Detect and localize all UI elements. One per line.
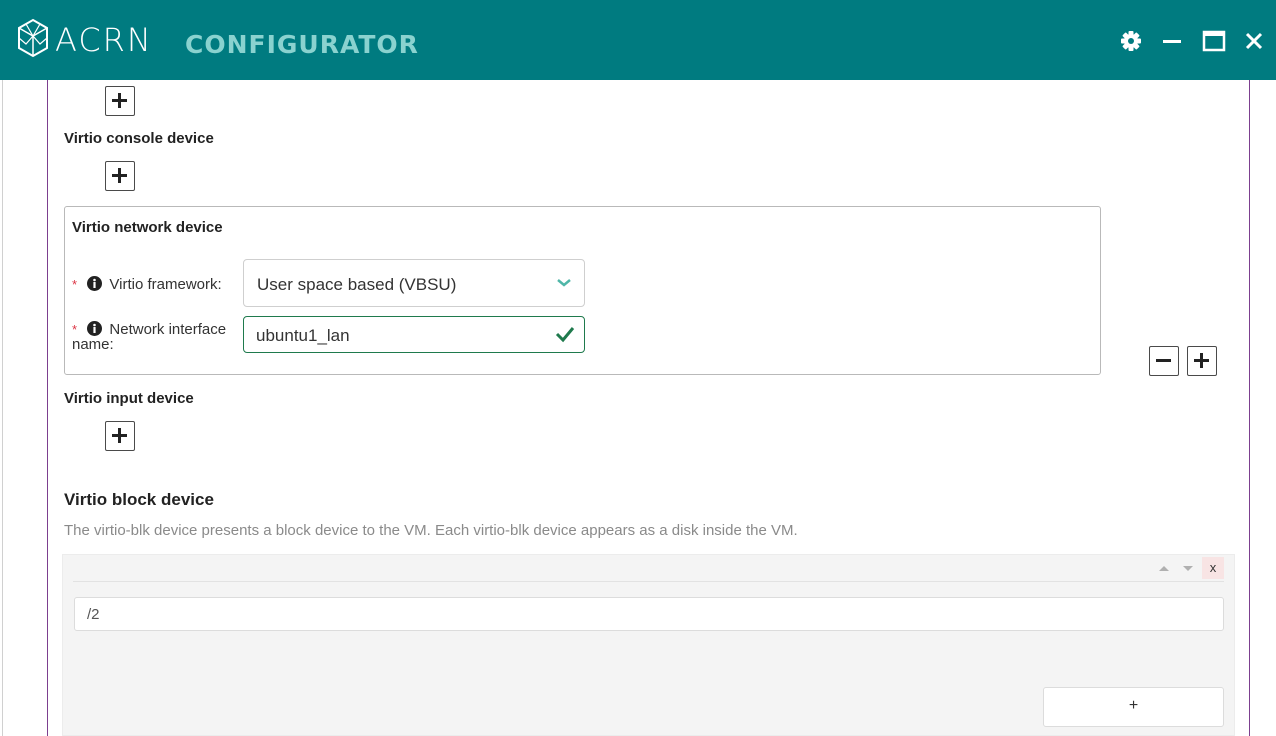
chevron-down-icon [557,279,571,287]
virtio-block-array: x /2 + [62,554,1235,736]
delete-item-button[interactable]: x [1202,557,1224,579]
acrn-logo-icon [18,18,48,58]
block-path-value: /2 [87,606,100,623]
add-network-device-button[interactable] [1187,346,1217,376]
virtio-framework-select[interactable]: User space based (VBSU) [243,259,585,307]
brand-acrn: ACRN [55,21,153,59]
close-icon[interactable] [1241,28,1267,54]
virtio-block-title: Virtio block device [64,490,214,509]
brand-configurator: CONFIGURATOR [185,30,419,59]
minus-icon [1156,359,1171,362]
add-block-item-button[interactable]: + [1043,687,1224,727]
network-interface-value: ubuntu1_lan [256,326,350,345]
title-bar: ACRN CONFIGURATOR [0,0,1276,80]
virtio-block-description: The virtio-blk device presents a block d… [64,522,798,539]
add-device-button[interactable] [105,86,135,116]
maximize-icon[interactable] [1201,28,1227,54]
required-mark: * [72,322,78,337]
divider [73,581,1224,582]
network-interface-text-1: Network interface [109,321,227,338]
virtio-framework-text: Virtio framework: [109,276,222,293]
network-interface-text-2: name: [72,336,114,353]
virtio-framework-value: User space based (VBSU) [257,275,457,294]
plus-icon [112,428,127,443]
virtio-framework-label: * Virtio framework: [72,276,222,292]
block-path-input[interactable]: /2 [74,597,1224,631]
add-input-device-button[interactable] [105,421,135,451]
gear-icon[interactable] [1118,28,1144,54]
plus-icon [112,93,127,108]
info-icon[interactable] [87,276,103,291]
network-interface-label: * Network interface name: [72,321,237,352]
remove-network-device-button[interactable] [1149,346,1179,376]
plus-icon [1194,353,1209,368]
move-up-icon[interactable] [1153,558,1175,578]
virtio-console-label: Virtio console device [64,130,214,147]
check-icon [555,327,575,343]
move-down-icon[interactable] [1177,558,1199,578]
add-console-device-button[interactable] [105,161,135,191]
network-interface-input[interactable]: ubuntu1_lan [243,316,585,353]
plus-icon [112,168,127,183]
info-icon[interactable] [87,321,103,336]
minimize-icon[interactable] [1159,28,1185,54]
virtio-input-label: Virtio input device [64,390,194,407]
required-mark: * [72,277,78,292]
virtio-network-label: Virtio network device [72,219,223,236]
